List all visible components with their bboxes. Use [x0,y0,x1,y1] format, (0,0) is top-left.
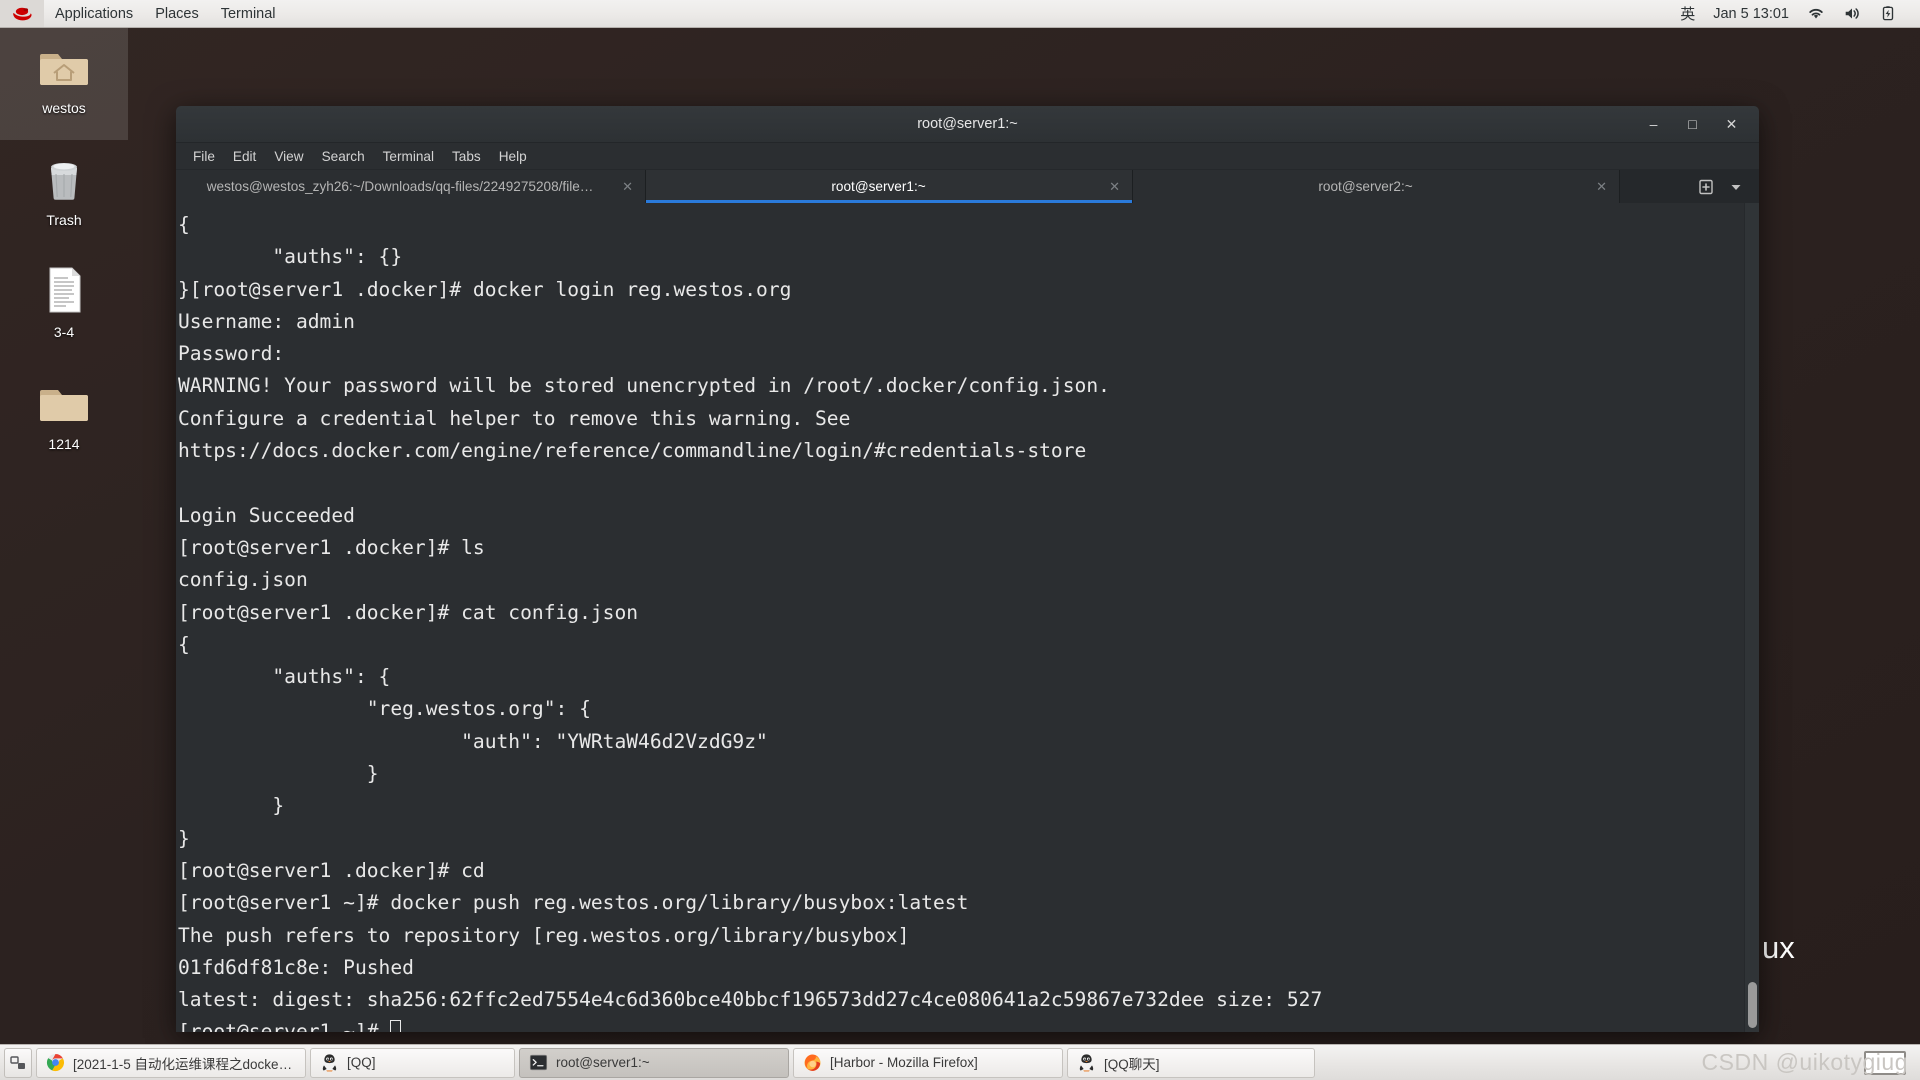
terminal-output-text: { "auths": {} }[root@server1 .docker]# d… [178,213,1323,1032]
folder-icon [40,390,88,421]
wifi-icon-svg [1809,8,1823,19]
desktop-icon-label: 3-4 [53,324,75,340]
window-title: root@server1:~ [917,116,1018,132]
tab-label: root@server2:~ [1318,179,1413,194]
menubar-file[interactable]: File [184,146,224,167]
desktop-icon-3-4[interactable]: 3-4 [0,252,128,364]
menubar-tabs[interactable]: Tabs [443,146,490,167]
terminal-scrollbar[interactable] [1744,203,1759,1032]
tab-westos-downloads[interactable]: westos@westos_zyh26:~/Downloads/qq-files… [176,170,646,203]
close-button[interactable]: ✕ [1723,116,1740,133]
chevron-down-icon-svg [1731,184,1741,190]
menubar-search[interactable]: Search [313,146,374,167]
show-desktop-icon-svg [10,1055,25,1069]
minimize-button[interactable]: – [1645,116,1662,133]
top-panel-status-area: 英 Jan 5 13:01 [1671,0,1920,27]
taskbar-item-label: [Harbor - Mozilla Firefox] [830,1055,978,1070]
taskbar-right-area [1864,1050,1916,1075]
firefox-icon [804,1054,821,1071]
menu-places-label: Places [155,5,199,22]
input-method-label: 英 [1680,6,1696,23]
taskbar-item-label: [2021-1-5 自动化运维课程之docker… [73,1056,296,1072]
tab-label: westos@westos_zyh26:~/Downloads/qq-files… [206,179,594,194]
desktop-icon-label: 1214 [48,436,80,452]
top-panel-menus: Applications Places Terminal [0,0,287,27]
new-tab-icon-svg [1699,179,1713,194]
desktop-icon-westos[interactable]: westos [0,28,128,140]
taskbar-item-chrome[interactable]: [2021-1-5 自动化运维课程之docker… [36,1047,306,1078]
chevron-down-icon[interactable] [1723,174,1749,200]
menubar-edit[interactable]: Edit [224,146,265,167]
input-method-indicator[interactable]: 英 [1671,0,1704,27]
desktop-icon-trash[interactable]: Trash [0,140,128,252]
tab-close-icon[interactable]: ✕ [1109,179,1120,195]
window-controls: – □ ✕ [1645,116,1759,133]
taskbar-item-firefox[interactable]: [Harbor - Mozilla Firefox] [793,1047,1063,1078]
menubar-terminal[interactable]: Terminal [374,146,443,167]
redhat-logo-svg [13,7,32,21]
taskbar-item-qq-chat[interactable]: [QQ聊天] [1067,1047,1315,1078]
battery-icon[interactable] [1870,0,1906,27]
menu-applications[interactable]: Applications [44,0,144,27]
tab-root-server1[interactable]: root@server1:~ ✕ [646,170,1133,203]
workspace-pager[interactable] [1864,1050,1906,1075]
taskbar-item-label: [QQ聊天] [1104,1056,1160,1072]
menu-places[interactable]: Places [144,0,210,27]
home-folder-icon [40,54,88,85]
terminal-scrollbar-thumb[interactable] [1748,982,1757,1028]
desktop-icon-label: westos [42,100,86,116]
qq-penguin-icon [1079,1054,1094,1072]
background-window-text: ux [1762,930,1795,965]
top-panel: Applications Places Terminal 英 Jan 5 13:… [0,0,1920,28]
qq-penguin-icon [322,1054,337,1072]
terminal-cursor [390,1020,402,1032]
tab-tools [1685,170,1759,203]
redhat-logo-icon[interactable] [0,0,44,27]
desktop-icon-1214[interactable]: 1214 [0,364,128,476]
terminal-tabbar: westos@westos_zyh26:~/Downloads/qq-files… [176,170,1759,203]
taskbar-item-terminal[interactable]: root@server1:~ [519,1047,789,1078]
taskbar-item-qq[interactable]: [QQ] [310,1047,515,1078]
menubar-help[interactable]: Help [490,146,536,167]
menu-terminal[interactable]: Terminal [210,0,287,27]
menubar-view[interactable]: View [265,146,312,167]
terminal-output[interactable]: { "auths": {} }[root@server1 .docker]# d… [176,209,1743,1032]
tab-close-icon[interactable]: ✕ [622,179,633,195]
tab-close-icon[interactable]: ✕ [1596,179,1607,195]
terminal-titlebar[interactable]: root@server1:~ – □ ✕ [176,106,1759,143]
menu-applications-label: Applications [55,5,134,22]
maximize-button[interactable]: □ [1684,116,1701,133]
terminal-icon [529,1054,548,1071]
volume-icon-svg [1845,8,1859,19]
show-desktop-icon[interactable] [4,1047,32,1078]
taskbar-item-label: [QQ] [347,1055,376,1070]
new-tab-icon[interactable] [1693,174,1719,200]
clock[interactable]: Jan 5 13:01 [1704,0,1798,27]
clock-label: Jan 5 13:01 [1713,5,1789,22]
battery-icon-svg [1882,6,1894,21]
wifi-icon[interactable] [1798,0,1834,27]
desktop: Applications Places Terminal 英 Jan 5 13:… [0,0,1920,1080]
tab-root-server2[interactable]: root@server2:~ ✕ [1133,170,1620,203]
terminal-body[interactable]: { "auths": {} }[root@server1 .docker]# d… [176,203,1759,1032]
taskbar-item-label: root@server1:~ [556,1055,650,1070]
desktop-icon-label: Trash [46,212,82,228]
terminal-window: root@server1:~ – □ ✕ File Edit View Sear… [176,106,1759,1032]
chrome-icon [46,1053,65,1072]
document-icon [49,267,81,313]
taskbar: [2021-1-5 自动化运维课程之docker… [QQ] root@serv… [0,1044,1920,1080]
volume-icon[interactable] [1834,0,1870,27]
trash-icon [51,163,77,200]
menu-terminal-label: Terminal [220,5,276,22]
tab-label: root@server1:~ [831,179,926,194]
terminal-menubar: File Edit View Search Terminal Tabs Help [176,143,1759,170]
desktop-icon-area: westos Trash 3-4 1214 [0,28,128,476]
